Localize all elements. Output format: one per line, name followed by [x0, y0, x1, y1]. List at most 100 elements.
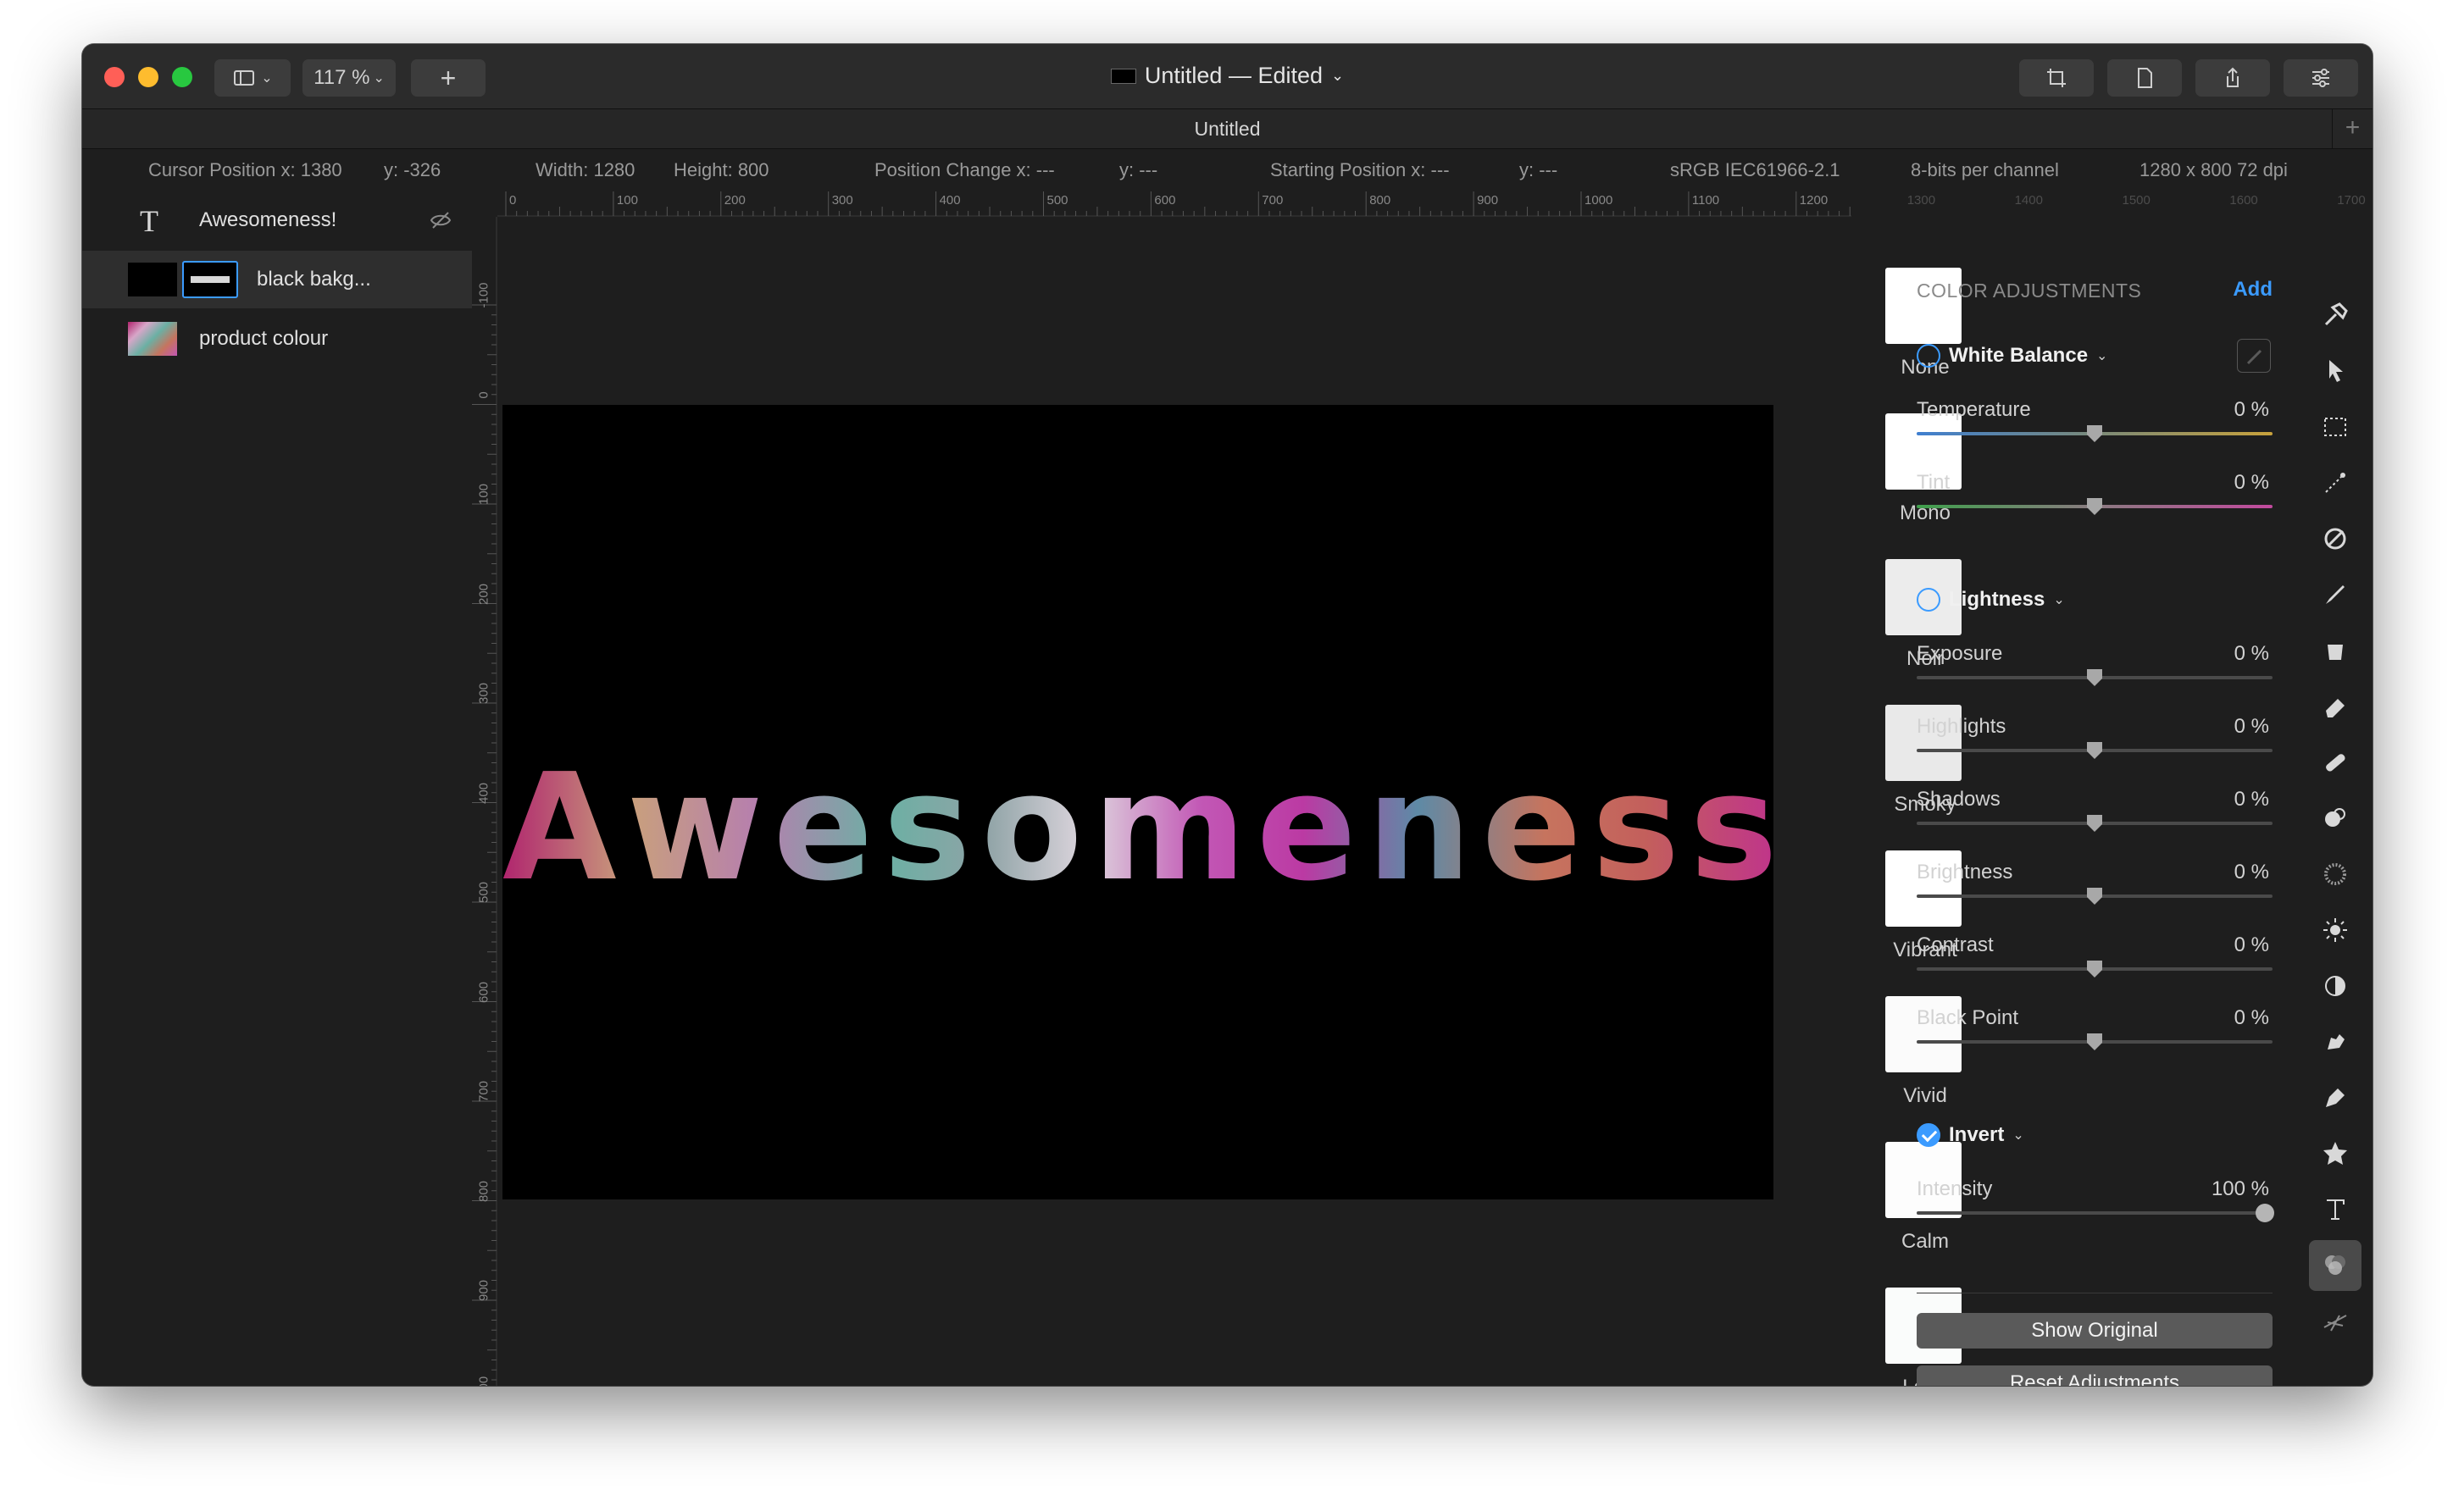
document-title-text: Untitled — Edited [1144, 63, 1323, 88]
highlights-thumb[interactable] [2087, 742, 2102, 759]
slider-label: Brightness [1917, 861, 2013, 883]
temperature-thumb[interactable] [2087, 425, 2102, 442]
slider-value: 0 % [2234, 642, 2269, 665]
layer-name: black bakg... [257, 268, 371, 291]
tool-text[interactable] [2309, 1184, 2361, 1235]
adjustments-toggle-button[interactable] [2284, 59, 2358, 97]
sliders-icon [2312, 69, 2329, 87]
new-tab-button[interactable]: + [2332, 109, 2373, 148]
tool-shape[interactable] [2309, 1128, 2361, 1179]
position-change-y: y: --- [1119, 159, 1158, 180]
layer-thumbnail [128, 263, 177, 296]
show-original-button[interactable]: Show Original [1917, 1313, 2273, 1349]
tool-eraser[interactable] [2309, 681, 2361, 732]
arrow-pointer-icon [2329, 360, 2343, 382]
eyedropper-button[interactable] [2237, 339, 2271, 373]
text-layer-icon: T [140, 204, 158, 238]
slider-label: Exposure [1917, 642, 2003, 665]
tool-arrow[interactable] [2309, 346, 2361, 396]
add-adjustment-button[interactable]: Add [2233, 278, 2273, 302]
ruler-h-label: 500 [1046, 193, 1068, 208]
slider-value: 0 % [2234, 933, 2269, 956]
vertical-ruler: -100 0 100 200 300 400 500 600 700 800 900 1000 [472, 217, 497, 1386]
ruler-h-label: 800 [1369, 193, 1391, 208]
slider-label: Tint [1917, 471, 1951, 494]
tool-brush[interactable] [2309, 569, 2361, 620]
cursor-y-readout: y: -326 [384, 159, 441, 180]
white-balance-header[interactable]: White Balance ⌄ [1917, 344, 2107, 368]
ruler-h-label: 400 [939, 193, 961, 208]
ruler-h-label: 1400 [2014, 193, 2043, 208]
ruler-v-label: 300 [476, 682, 491, 705]
tool-retouch[interactable] [2309, 513, 2361, 564]
eyedropper-icon [2246, 349, 2262, 365]
ruler-h-label: 1700 [2337, 193, 2366, 208]
layer-awesomeness[interactable]: T Awesomeness! [82, 191, 472, 249]
contrast-slider-row: Contrast 0 % [1917, 933, 2273, 984]
tool-pen[interactable] [2309, 1072, 2361, 1123]
crop-button[interactable] [2019, 59, 2094, 97]
tool-magic-select[interactable] [2309, 457, 2361, 508]
white-balance-toggle[interactable] [1917, 344, 1940, 368]
ruler-v-label: 200 [476, 583, 491, 605]
invert-toggle[interactable] [1917, 1123, 1940, 1147]
lightness-header[interactable]: Lightness ⌄ [1917, 588, 2065, 612]
layer-black-background[interactable]: black bakg... [82, 251, 472, 308]
layer-thumbnail [128, 322, 177, 356]
invert-header[interactable]: Invert ⌄ [1917, 1123, 2024, 1147]
intensity-thumb[interactable] [2256, 1204, 2274, 1222]
canvas-text-awesomeness[interactable]: Awesomeness! [502, 742, 1855, 914]
tool-rect-select[interactable] [2309, 402, 2361, 452]
ruler-v-label: 400 [476, 782, 491, 804]
intensity-track[interactable] [1917, 1211, 2273, 1215]
sun-icon [2323, 918, 2347, 942]
tool-hammer[interactable] [2309, 290, 2361, 341]
document-button[interactable] [2107, 59, 2182, 97]
tool-effects[interactable] [2309, 1296, 2361, 1347]
brightness-slider-row: Brightness 0 % [1917, 861, 2273, 911]
black-point-slider-row: Black Point 0 % [1917, 1006, 2273, 1057]
rectangle-select-icon [2324, 418, 2346, 436]
tint-thumb[interactable] [2087, 498, 2102, 515]
smudge-hand-icon [2328, 1034, 2345, 1050]
ruler-h-label: 100 [616, 193, 638, 208]
tool-blur[interactable] [2309, 849, 2361, 900]
layer-product-colour[interactable]: product colour [82, 310, 472, 368]
blur-icon [2324, 863, 2346, 885]
position-change-x: Position Change x: --- [874, 159, 1055, 180]
exposure-slider-row: Exposure 0 % [1917, 642, 2273, 693]
share-button[interactable] [2195, 59, 2270, 97]
tool-lighten[interactable] [2309, 905, 2361, 955]
shadows-thumb[interactable] [2087, 815, 2102, 832]
chevron-down-icon: ⌄ [2096, 349, 2108, 363]
resolution: 1280 x 800 72 dpi [2139, 159, 2288, 180]
image-canvas[interactable]: Awesomeness! [502, 405, 1855, 1199]
tool-clone[interactable] [2309, 793, 2361, 844]
tool-paint-bucket[interactable] [2309, 625, 2361, 676]
reset-adjustments-button[interactable]: Reset Adjustments [1917, 1365, 2273, 1386]
magic-select-icon [2325, 473, 2345, 493]
exposure-thumb[interactable] [2087, 669, 2102, 686]
ruler-v-label: -100 [476, 282, 491, 308]
lightness-toggle[interactable] [1917, 588, 1940, 612]
black-point-thumb[interactable] [2087, 1033, 2102, 1050]
tab-untitled[interactable]: Untitled [1195, 118, 1261, 140]
tool-bandage[interactable] [2309, 737, 2361, 788]
slider-value: 100 % [2211, 1177, 2269, 1200]
intensity-slider-row: Intensity 100 % [1917, 1177, 2274, 1228]
layer-mask-thumbnail[interactable] [182, 261, 238, 298]
tool-color-adjust[interactable] [2309, 1240, 2361, 1291]
hidden-eye-icon[interactable] [430, 210, 452, 230]
slider-label: Contrast [1917, 933, 1994, 956]
slider-label: Temperature [1917, 398, 2031, 421]
tool-contrast[interactable] [2309, 961, 2361, 1011]
adjustments-title: COLOR ADJUSTMENTS [1917, 280, 2142, 302]
chevron-down-icon: ⌄ [2012, 1128, 2024, 1143]
tool-smudge[interactable] [2309, 1016, 2361, 1067]
contrast-thumb[interactable] [2087, 961, 2102, 978]
lightness-label: Lightness [1949, 588, 2045, 611]
width-readout: Width: 1280 [536, 159, 635, 180]
share-icon [2227, 67, 2239, 87]
brightness-thumb[interactable] [2087, 888, 2102, 905]
color-profile: sRGB IEC61966-2.1 [1670, 159, 1840, 180]
